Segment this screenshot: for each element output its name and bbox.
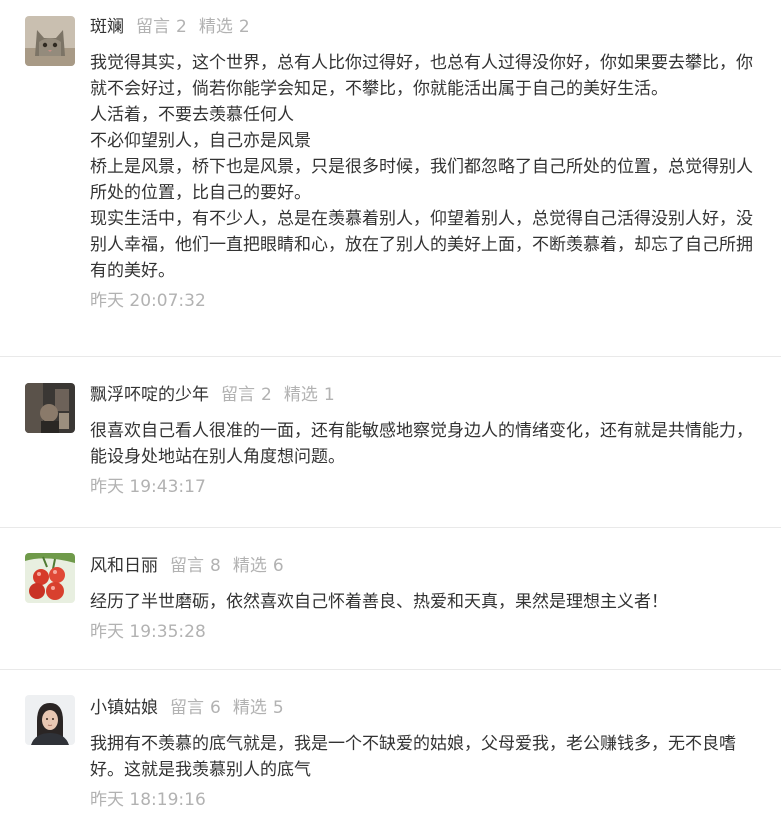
reply-count: 留言 6 <box>170 698 221 718</box>
comment-paragraph: 不必仰望别人，自己亦是风景 <box>90 131 311 151</box>
comment-text: 我觉得其实，这个世界，总有人比你过得好，也总有人过得没你好，你如果要去攀比，你就… <box>90 50 760 284</box>
comment-item: 风和日丽 留言 8 精选 6 经历了半世磨砺，依然喜欢自己怀着善良、热爱和天真，果然是理… <box>0 528 781 670</box>
woman-portrait-avatar-icon[interactable] <box>25 695 75 745</box>
comment-timestamp: 昨天 20:07:32 <box>90 291 206 311</box>
comment-paragraph: 人活着，不要去羡慕任何人 <box>90 105 294 125</box>
comment-paragraph: 我拥有不羡慕的底气就是，我是一个不缺爱的姑娘，父母爱我，老公赚钱多，无不良嗜好。… <box>90 734 736 780</box>
username[interactable]: 斑斓 <box>90 17 124 37</box>
comment-paragraph: 我觉得其实，这个世界，总有人比你过得好，也总有人过得没你好，你如果要去攀比，你就… <box>90 53 753 99</box>
comment-text: 我拥有不羡慕的底气就是，我是一个不缺爱的姑娘，父母爱我，老公赚钱多，无不良嗜好。… <box>90 731 760 783</box>
comment-meta: 飘浮吥啶的少年 留言 2 精选 1 <box>90 383 760 407</box>
comment-timestamp: 昨天 18:19:16 <box>90 790 206 810</box>
comment-paragraph: 经历了半世磨砺，依然喜欢自己怀着善良、热爱和天真，果然是理想主义者！ <box>90 592 668 612</box>
cat-avatar-icon[interactable] <box>25 16 75 66</box>
comment-text: 经历了半世磨砺，依然喜欢自己怀着善良、热爱和天真，果然是理想主义者！ <box>90 589 760 615</box>
username[interactable]: 小镇姑娘 <box>90 698 158 718</box>
username[interactable]: 飘浮吥啶的少年 <box>90 385 209 405</box>
red-berries-avatar-icon[interactable] <box>25 553 75 603</box>
comment-item: 小镇姑娘 留言 6 精选 5 我拥有不羡慕的底气就是，我是一个不缺爱的姑娘，父母爱我，老… <box>0 670 781 833</box>
comment-text: 很喜欢自己看人很准的一面，还有能敏感地察觉身边人的情绪变化，还有就是共情能力，能… <box>90 418 760 470</box>
comment-paragraph: 很喜欢自己看人很准的一面，还有能敏感地察觉身边人的情绪变化，还有就是共情能力，能… <box>90 421 753 467</box>
reply-count: 留言 8 <box>170 556 221 576</box>
featured-count: 精选 2 <box>198 17 250 37</box>
featured-count: 精选 1 <box>283 385 335 405</box>
comment-paragraph: 桥上是风景，桥下也是风景，只是很多时候，我们都忽略了自己所处的位置，总觉得别人所… <box>90 157 753 203</box>
comment-item: 飘浮吥啶的少年 留言 2 精选 1 很喜欢自己看人很准的一面，还有能敏感地察觉身边人的情… <box>0 357 781 528</box>
comment-list: 斑斓 留言 2 精选 2 我觉得其实，这个世界，总有人比你过得好，也总有人过得没你好，你… <box>0 0 781 833</box>
reply-count: 留言 2 <box>136 17 187 37</box>
comment-meta: 小镇姑娘 留言 6 精选 5 <box>90 696 760 720</box>
dark-photo-avatar-icon[interactable] <box>25 383 75 433</box>
featured-count: 精选 5 <box>232 698 284 718</box>
comment-timestamp: 昨天 19:35:28 <box>90 622 206 642</box>
comment-item: 斑斓 留言 2 精选 2 我觉得其实，这个世界，总有人比你过得好，也总有人过得没你好，你… <box>0 0 781 357</box>
comment-meta: 风和日丽 留言 8 精选 6 <box>90 554 760 578</box>
comment-meta: 斑斓 留言 2 精选 2 <box>90 15 760 39</box>
comment-timestamp: 昨天 19:43:17 <box>90 477 206 497</box>
comment-paragraph: 现实生活中，有不少人，总是在羡慕着别人，仰望着别人，总觉得自己活得没别人好，没别… <box>90 209 753 281</box>
reply-count: 留言 2 <box>221 385 272 405</box>
featured-count: 精选 6 <box>232 556 284 576</box>
username[interactable]: 风和日丽 <box>90 556 158 576</box>
